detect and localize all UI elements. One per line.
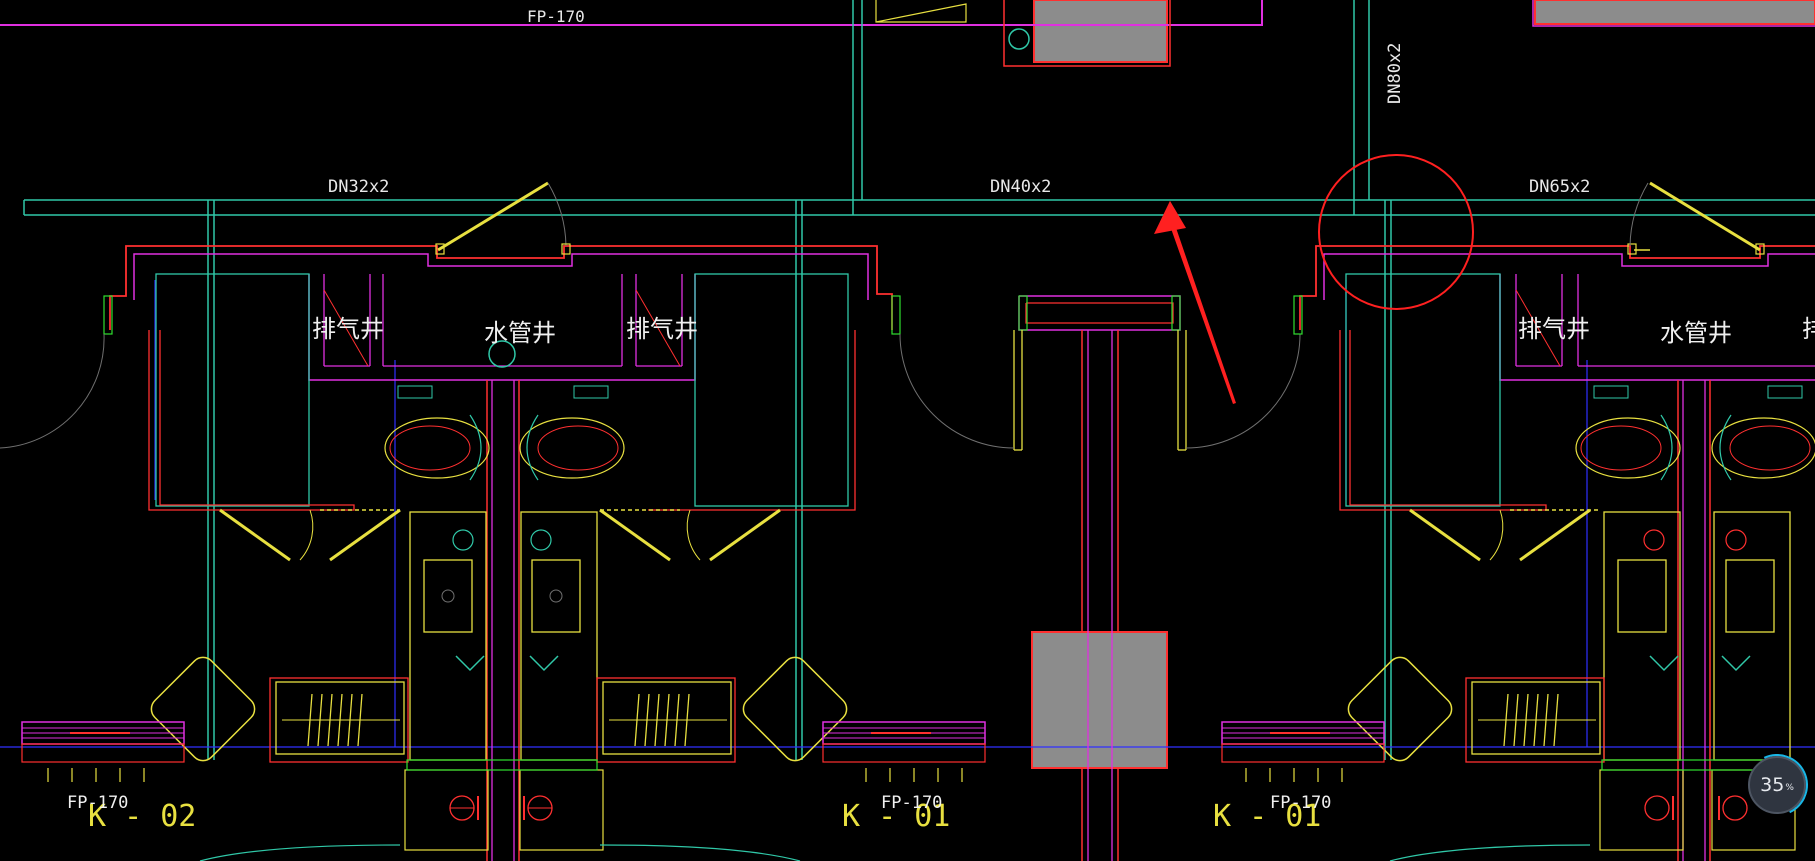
room-label-exhaust-2: 排气井 [626,315,698,343]
unit-labels: K - 02 K - 01 K - 01 [88,799,1321,834]
room-label-water-2: 水管井 [1660,319,1732,347]
fan-coil-labels: FP-170 FP-170 FP-170 [67,793,1331,813]
room-label-exhaust-1: 排气井 [312,315,384,343]
room-label-exhaust-3: 排气井 [1518,315,1590,343]
fan-coil-units [21,721,1385,782]
room-labels: 排气井 水管井 排气井 排气井 水管井 排 [312,315,1815,347]
room-label-water-1: 水管井 [484,319,556,347]
review-annotations [1154,154,1474,404]
fan-coil-label-b: FP-170 [881,793,942,813]
duct-top-center [1033,0,1168,63]
fan-coil-b [822,721,986,782]
left-module [0,181,901,861]
pipe-label-dn40: DN40x2 [990,177,1051,197]
top-fan-label: FP-170 [527,7,585,26]
fan-coil-label-c: FP-170 [1270,793,1331,813]
pipe-label-dn65: DN65x2 [1529,177,1590,197]
riser-symbol-top [1008,28,1030,50]
zoom-level-indicator[interactable]: 35 % [1737,745,1815,825]
cad-drawing-canvas[interactable]: FP-170 DN32x2 DN40x2 DN65x2 DN80x2 排气井 水… [0,0,1815,861]
center-corridor [899,295,1301,861]
annotation-circle [1318,154,1474,310]
fan-coil-c [1221,721,1385,782]
right-module [1293,181,1815,861]
pipe-label-dn32: DN32x2 [328,177,389,197]
aux-lines [0,280,1815,748]
duct-top-right [1534,0,1815,25]
pipe-labels: FP-170 DN32x2 DN40x2 DN65x2 DN80x2 [328,7,1590,197]
pipe-label-dn80: DN80x2 [1385,43,1405,104]
fan-coil-label-a: FP-170 [67,793,128,813]
room-label-exhaust-4: 排 [1802,315,1815,343]
fan-coil-a [21,721,185,782]
duct-shafts [1031,0,1815,769]
